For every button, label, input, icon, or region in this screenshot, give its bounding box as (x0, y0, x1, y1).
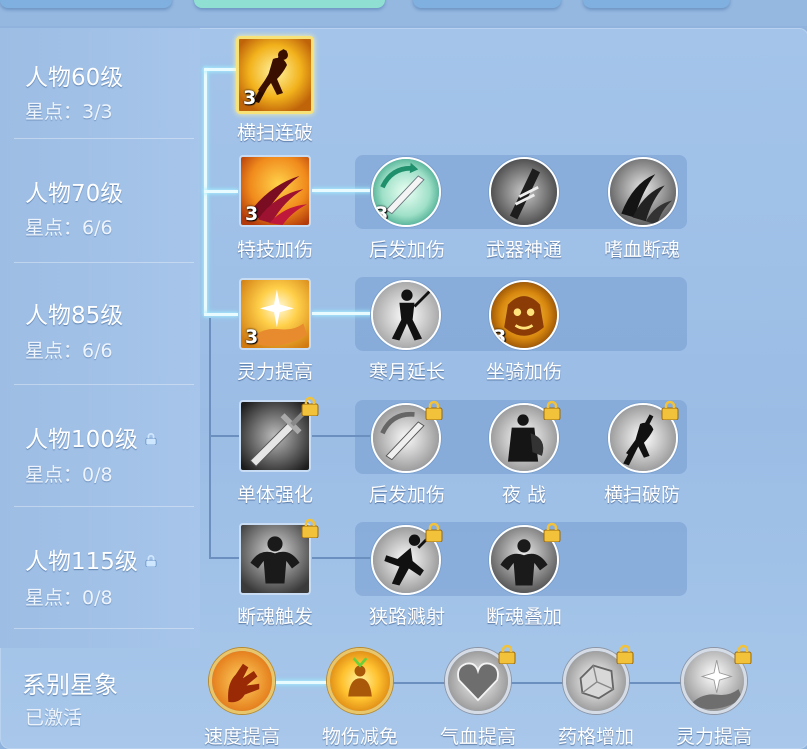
tree-connector (209, 557, 239, 559)
skill-label: 断魂触发 (236, 606, 313, 628)
tree-connector (312, 557, 372, 559)
skill-label: 狭路溅射 (368, 606, 445, 628)
skill-label: 嗜血断魂 (603, 239, 680, 261)
level-separator (14, 138, 194, 139)
meditating-figure-icon (330, 651, 390, 711)
tree-connector-lit (204, 313, 238, 316)
weapon-icon (491, 159, 557, 225)
skill-label: 坐骑加伤 (485, 361, 562, 383)
lock-icon (425, 400, 443, 420)
skill-count: 3 (245, 203, 259, 225)
lock-icon (145, 432, 157, 445)
lock-icon (543, 522, 561, 542)
tree-connector-lit (204, 190, 238, 193)
constellation-label: 灵力提高 (675, 726, 752, 748)
constellation-title: 系别星象 (22, 671, 118, 699)
lock-icon (425, 522, 443, 542)
skill-label: 特技加伤 (236, 239, 313, 261)
skill-label: 单体强化 (236, 484, 313, 506)
constellation-label: 药格增加 (557, 726, 634, 748)
skill-frost-moon-extend[interactable] (371, 280, 441, 350)
skill-mount-damage[interactable]: 3 (489, 280, 559, 350)
skill-count: 3 (243, 87, 257, 109)
level-stars: 星点：6/6 (25, 340, 113, 362)
level-separator (14, 384, 194, 385)
level-stars: 星点：6/6 (25, 217, 113, 239)
level-title: 人物85级 (25, 303, 124, 329)
skill-label: 武器神通 (485, 239, 562, 261)
lock-icon (301, 396, 319, 416)
constellation-connector-lit (272, 681, 332, 684)
level-title: 人物60级 (25, 65, 124, 91)
top-tab-strip (0, 0, 807, 26)
speed-hand-icon (212, 651, 272, 711)
lock-icon (145, 554, 157, 567)
skill-bloodthirst-soul[interactable] (608, 157, 678, 227)
constellation-speed-boost[interactable] (209, 648, 275, 714)
skill-special-damage[interactable]: 3 (239, 155, 311, 227)
level-stars: 星点：0/8 (25, 587, 113, 609)
constellation-connector (390, 682, 450, 684)
constellation-label: 气血提高 (439, 726, 516, 748)
skill-count: 3 (375, 203, 389, 225)
skill-label: 寒月延长 (368, 361, 445, 383)
level-title: 人物70级 (25, 181, 124, 207)
constellation-physical-reduction[interactable] (327, 648, 393, 714)
skill-label: 横扫破防 (603, 484, 680, 506)
level-title-text: 人物100级 (25, 427, 138, 453)
lock-icon (734, 644, 752, 664)
skill-counter-damage[interactable]: 3 (371, 157, 441, 227)
lock-icon (616, 644, 634, 664)
muscle-man-icon (241, 525, 309, 593)
skill-spirit-boost[interactable]: 3 (239, 278, 311, 350)
level-title-text: 人物115级 (25, 549, 138, 575)
level-title-locked: 人物100级 (25, 420, 158, 454)
tree-connector-lit (312, 312, 372, 315)
top-tab-1[interactable] (0, 0, 172, 8)
lock-icon (498, 644, 516, 664)
level-title-locked: 人物115级 (25, 542, 158, 576)
skill-label: 后发加伤 (368, 484, 445, 506)
tree-connector (209, 318, 211, 558)
level-stars: 星点：3/3 (25, 101, 113, 123)
skill-weapon-mastery[interactable] (489, 157, 559, 227)
constellation-connector (508, 682, 568, 684)
skill-count: 3 (245, 326, 259, 348)
tree-connector (209, 435, 239, 437)
top-tab-4[interactable] (583, 0, 730, 8)
sword-icon (241, 402, 309, 470)
level-stars: 星点：0/8 (25, 464, 113, 486)
constellation-status: 已激活 (25, 707, 83, 729)
level-separator (14, 628, 194, 629)
constellation-connector (626, 682, 686, 684)
skill-horizontal-sweep[interactable]: 3 (236, 36, 314, 114)
skill-label: 断魂叠加 (485, 606, 562, 628)
lock-icon (543, 400, 561, 420)
lock-icon (661, 400, 679, 420)
skill-count: 3 (493, 326, 507, 348)
skill-label: 后发加伤 (368, 239, 445, 261)
constellation-label: 物伤减免 (321, 726, 398, 748)
constellation-label: 速度提高 (203, 726, 280, 748)
level-separator (14, 506, 194, 507)
tree-connector (312, 435, 372, 437)
level-separator (14, 262, 194, 263)
tree-connector-lit (204, 68, 238, 71)
top-tab-3[interactable] (413, 0, 561, 8)
claw-icon (610, 159, 676, 225)
skill-label: 灵力提高 (236, 361, 313, 383)
lock-icon (301, 518, 319, 538)
warrior-silhouette-icon (373, 282, 439, 348)
skill-label: 夜 战 (501, 484, 547, 506)
skill-label: 横扫连破 (236, 122, 313, 144)
tree-connector-lit (312, 189, 372, 192)
top-tab-2[interactable] (194, 0, 385, 8)
